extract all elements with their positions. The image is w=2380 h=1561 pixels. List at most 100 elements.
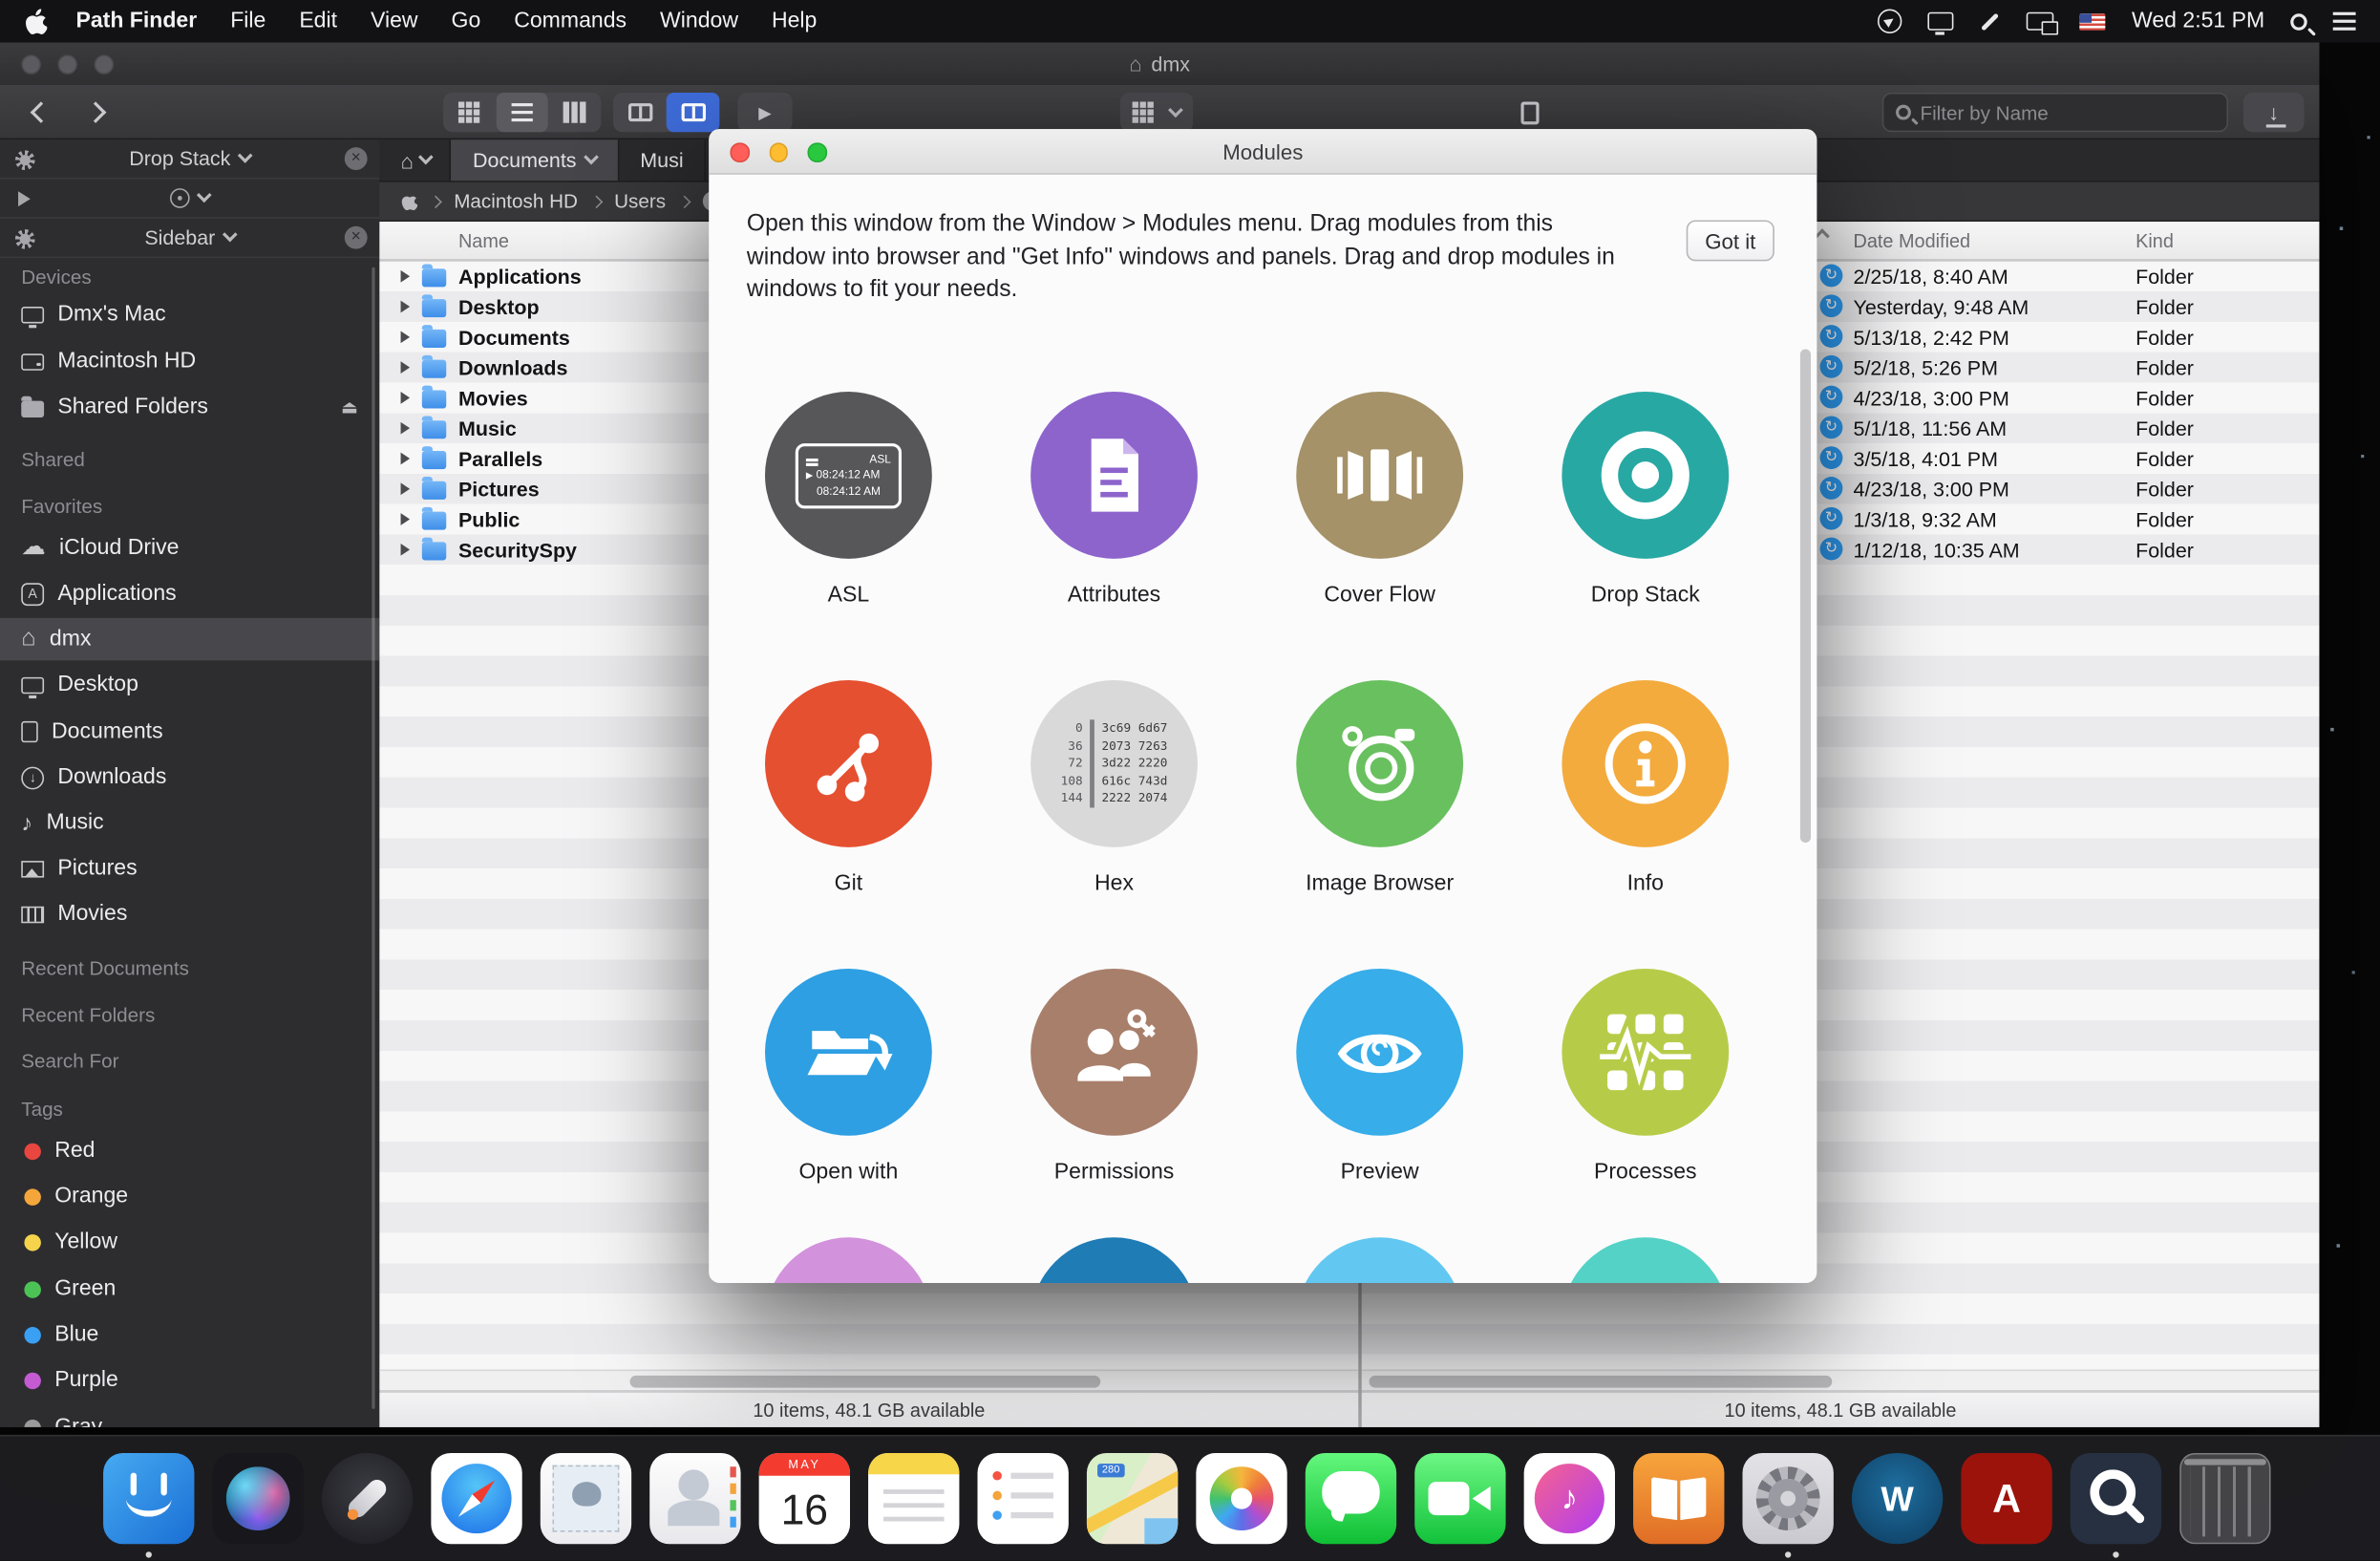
sidebar-item-music[interactable]: ♪Music: [0, 802, 379, 844]
quicktime-dock-icon[interactable]: [2071, 1453, 2161, 1544]
eject-icon[interactable]: ⏏: [341, 396, 358, 417]
play-icon[interactable]: [18, 191, 31, 206]
w-app-dock-icon[interactable]: W: [1852, 1453, 1943, 1544]
sidebar-item-icloud-drive[interactable]: ☁iCloud Drive: [0, 526, 379, 569]
photos-dock-icon[interactable]: [1196, 1453, 1286, 1544]
module-git[interactable]: Git: [727, 680, 969, 896]
module-drop-stack[interactable]: Drop Stack: [1524, 392, 1767, 608]
itunes-dock-icon[interactable]: ♪: [1524, 1453, 1615, 1544]
facetime-dock-icon[interactable]: [1414, 1453, 1505, 1544]
reminders-dock-icon[interactable]: [977, 1453, 1068, 1544]
horizontal-scrollbar[interactable]: [379, 1370, 1358, 1391]
trash-dock-icon[interactable]: [2179, 1453, 2270, 1544]
drop-stack-controls[interactable]: [0, 180, 379, 219]
calendar-dock-icon[interactable]: MAY16: [759, 1453, 850, 1544]
module-asl[interactable]: ASL ▶08:24:12 AM 08:24:12 AM ASL: [727, 392, 969, 608]
dialog-scrollbar[interactable]: [1800, 350, 1811, 844]
sidebar-panel-header[interactable]: Sidebar ×: [0, 219, 379, 258]
window-title-bar[interactable]: ⌂ dmx: [0, 42, 2319, 84]
disclosure-triangle-icon[interactable]: [401, 301, 411, 313]
minimize-window-button[interactable]: [57, 54, 77, 75]
column-date-modified[interactable]: Date Modified: [1854, 231, 1971, 252]
sidebar-item-dmxs-mac[interactable]: Dmx's Mac: [0, 293, 379, 336]
module-open-with[interactable]: Open with: [727, 969, 969, 1185]
close-dialog-button[interactable]: [730, 142, 749, 161]
disclosure-triangle-icon[interactable]: [401, 331, 411, 343]
section-recent-documents[interactable]: Recent Documents: [21, 956, 189, 979]
launchpad-dock-icon[interactable]: [322, 1453, 413, 1544]
close-panel-icon[interactable]: ×: [345, 226, 368, 249]
gear-icon[interactable]: [15, 229, 35, 249]
sidebar-item-shared-folders[interactable]: Shared Folders⏏: [0, 386, 379, 428]
menu-file[interactable]: File: [214, 10, 283, 33]
adobe-acrobat-dock-icon[interactable]: A: [1961, 1453, 2051, 1544]
menu-commands[interactable]: Commands: [498, 10, 644, 33]
play-button[interactable]: ▶: [737, 93, 792, 132]
menu-edit[interactable]: Edit: [283, 10, 354, 33]
module-partial-2[interactable]: [992, 1237, 1235, 1283]
books-dock-icon[interactable]: [1633, 1453, 1724, 1544]
single-pane-button[interactable]: [613, 93, 667, 132]
tab-music[interactable]: Musi: [619, 139, 706, 181]
sidebar-item-dmx[interactable]: ⌂dmx: [0, 618, 379, 661]
system-preferences-dock-icon[interactable]: [1742, 1453, 1833, 1544]
disclosure-triangle-icon[interactable]: [401, 361, 411, 374]
got-it-button[interactable]: Got it: [1687, 220, 1774, 261]
menu-go[interactable]: Go: [435, 10, 498, 33]
sidebar-tag-orange[interactable]: Orange: [0, 1175, 379, 1218]
view-options-dropdown[interactable]: [1120, 93, 1193, 132]
zoom-dialog-button[interactable]: [807, 142, 826, 161]
notification-center-icon[interactable]: [2333, 11, 2356, 15]
menu-clock[interactable]: Wed 2:51 PM: [2132, 10, 2264, 33]
close-window-button[interactable]: [21, 54, 41, 75]
dual-pane-button[interactable]: [667, 93, 720, 132]
us-flag-icon[interactable]: [2080, 13, 2106, 30]
module-processes[interactable]: Processes: [1524, 969, 1767, 1185]
apple-breadcrumb-icon[interactable]: [401, 191, 417, 211]
sidebar-tag-gray[interactable]: Gray: [0, 1406, 379, 1427]
breadcrumb-macintosh-hd[interactable]: Macintosh HD: [454, 190, 578, 213]
module-hex[interactable]: 03672108144 3c69 6d672073 72633d22 22206…: [992, 680, 1235, 896]
drop-stack-panel-header[interactable]: Drop Stack ×: [0, 139, 379, 179]
displays-status-icon[interactable]: [2027, 12, 2054, 31]
scrollbar-thumb[interactable]: [630, 1376, 1101, 1388]
column-kind[interactable]: Kind: [2136, 231, 2174, 252]
notes-dock-icon[interactable]: [868, 1453, 959, 1544]
disclosure-triangle-icon[interactable]: [401, 422, 411, 435]
disclosure-triangle-icon[interactable]: [401, 544, 411, 556]
zoom-window-button[interactable]: [95, 54, 115, 75]
disclosure-triangle-icon[interactable]: [401, 482, 411, 495]
minimize-dialog-button[interactable]: [769, 142, 788, 161]
download-button[interactable]: ↓: [2243, 93, 2305, 132]
column-view-button[interactable]: [548, 93, 601, 132]
spotlight-search-icon[interactable]: [2290, 13, 2306, 30]
module-attributes[interactable]: Attributes: [992, 392, 1235, 608]
module-cover-flow[interactable]: Cover Flow: [1259, 392, 1501, 608]
close-panel-icon[interactable]: ×: [345, 147, 368, 170]
disclosure-triangle-icon[interactable]: [401, 270, 411, 283]
module-partial-4[interactable]: [1524, 1237, 1767, 1283]
tab-documents[interactable]: Documents: [452, 139, 619, 181]
apple-menu-icon[interactable]: [24, 9, 47, 34]
home-tab-dropdown[interactable]: ⌂: [379, 139, 451, 181]
module-partial-1[interactable]: [727, 1237, 969, 1283]
icon-view-button[interactable]: [443, 93, 496, 132]
sidebar-item-movies[interactable]: Movies: [0, 892, 379, 935]
menu-window[interactable]: Window: [644, 10, 755, 33]
sidebar-item-desktop[interactable]: Desktop: [0, 664, 379, 706]
back-button[interactable]: [18, 93, 64, 132]
column-name[interactable]: Name: [458, 231, 509, 252]
module-image-browser[interactable]: Image Browser: [1259, 680, 1501, 896]
sidebar-scrollbar[interactable]: [372, 267, 375, 1409]
forward-button[interactable]: [73, 93, 118, 132]
module-partial-3[interactable]: [1259, 1237, 1501, 1283]
messages-dock-icon[interactable]: [1306, 1453, 1396, 1544]
sidebar-tag-red[interactable]: Red: [0, 1129, 379, 1171]
filter-input[interactable]: [1920, 101, 2193, 124]
disclosure-triangle-icon[interactable]: [401, 513, 411, 525]
gear-icon[interactable]: [15, 150, 35, 170]
mail-dock-icon[interactable]: [541, 1453, 631, 1544]
scrollbar-thumb[interactable]: [1370, 1376, 1833, 1388]
display-status-icon[interactable]: [1928, 12, 1954, 31]
dialog-title-bar[interactable]: Modules: [709, 129, 1817, 175]
